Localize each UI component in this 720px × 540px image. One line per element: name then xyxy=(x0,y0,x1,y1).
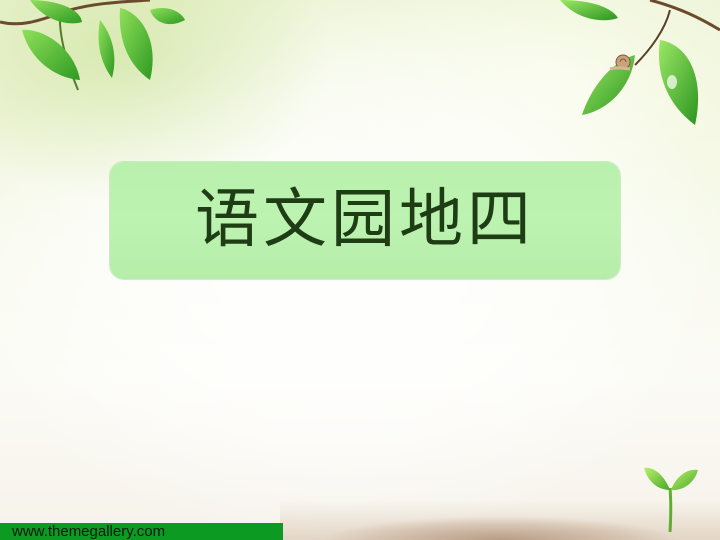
footer-url[interactable]: www.themegallery.com xyxy=(12,524,165,540)
seedling-icon xyxy=(644,467,698,533)
footer-bar: www.themegallery.com xyxy=(0,523,283,540)
slide-canvas: 语文园地四 www.themegallery.com xyxy=(0,0,720,540)
slide-title: 语文园地四 xyxy=(195,183,535,257)
leaf-branch-with-snail-icon xyxy=(560,0,720,125)
leaf-branch-icon xyxy=(0,0,185,91)
title-box: 语文园地四 xyxy=(110,162,620,279)
